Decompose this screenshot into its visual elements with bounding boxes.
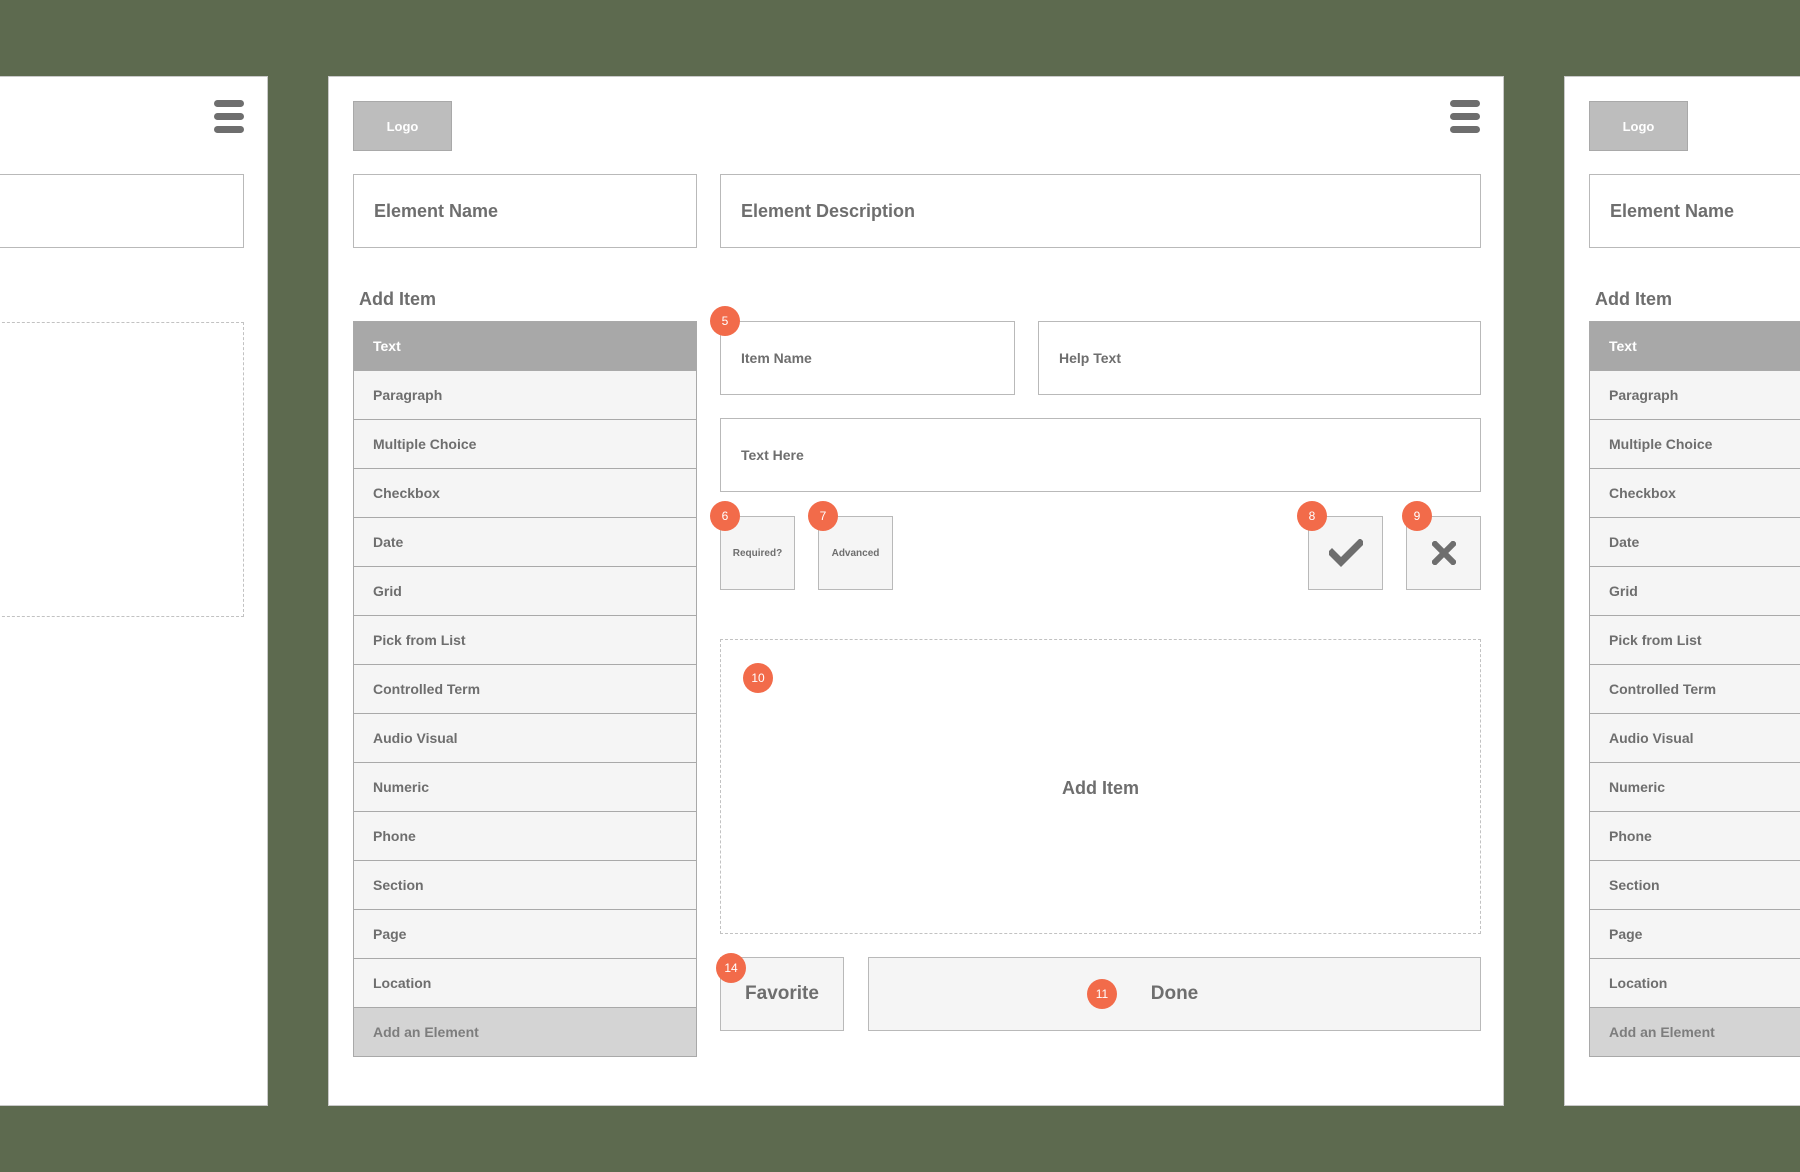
annotation-badge: 5 <box>710 306 740 336</box>
item-type-checkbox[interactable]: Checkbox <box>1590 469 1800 518</box>
item-type-numeric[interactable]: Numeric <box>1590 763 1800 812</box>
logo: Logo <box>353 101 452 151</box>
right-partial-panel: Logo Element Name Add Item Text Paragrap… <box>1564 76 1800 1106</box>
item-type-checkbox[interactable]: Checkbox <box>354 469 696 518</box>
item-type-page[interactable]: Page <box>354 910 696 959</box>
add-item-heading: Add Item <box>359 289 437 309</box>
item-type-list: Text Paragraph Multiple Choice Checkbox … <box>1589 321 1800 1057</box>
item-type-phone[interactable]: Phone <box>1590 812 1800 861</box>
item-type-section[interactable]: Section <box>354 861 696 910</box>
annotation-badge: 7 <box>808 501 838 531</box>
item-type-location[interactable]: Location <box>354 959 696 1008</box>
add-item-dropzone-label: Add Item <box>1061 778 1139 798</box>
item-name-field[interactable]: Item Name <box>720 321 1015 395</box>
done-button[interactable]: Done <box>868 957 1481 1031</box>
item-type-grid[interactable]: Grid <box>354 567 696 616</box>
element-description-field[interactable]: Element Description <box>720 174 1481 248</box>
add-item-dropzone[interactable] <box>0 322 244 617</box>
center-panel: Logo Element Name Element Description Ad… <box>328 76 1504 1106</box>
item-type-pick-from-list[interactable]: Pick from List <box>354 616 696 665</box>
element-name-field[interactable]: Element Name <box>353 174 697 248</box>
item-type-text[interactable]: Text <box>1590 322 1800 371</box>
help-text-field[interactable]: Help Text <box>1038 321 1481 395</box>
item-type-multiple-choice[interactable]: Multiple Choice <box>1590 420 1800 469</box>
logo: Logo <box>1589 101 1688 151</box>
annotation-badge: 11 <box>1087 979 1117 1009</box>
annotation-badge: 6 <box>710 501 740 531</box>
add-element-button[interactable]: Add an Element <box>1590 1008 1800 1056</box>
item-type-date[interactable]: Date <box>354 518 696 567</box>
item-type-date[interactable]: Date <box>1590 518 1800 567</box>
item-type-phone[interactable]: Phone <box>354 812 696 861</box>
left-partial-panel <box>0 76 268 1106</box>
item-type-multiple-choice[interactable]: Multiple Choice <box>354 420 696 469</box>
element-name-field[interactable]: Element Name <box>1589 174 1800 248</box>
item-type-controlled-term[interactable]: Controlled Term <box>1590 665 1800 714</box>
item-type-location[interactable]: Location <box>1590 959 1800 1008</box>
item-type-pick-from-list[interactable]: Pick from List <box>1590 616 1800 665</box>
item-type-paragraph[interactable]: Paragraph <box>1590 371 1800 420</box>
element-name-field[interactable] <box>0 174 244 248</box>
annotation-badge: 10 <box>743 663 773 693</box>
item-type-grid[interactable]: Grid <box>1590 567 1800 616</box>
item-type-text[interactable]: Text <box>354 322 696 371</box>
item-type-section[interactable]: Section <box>1590 861 1800 910</box>
close-icon <box>1431 541 1456 565</box>
add-item-heading: Add Item <box>1595 289 1673 309</box>
hamburger-icon[interactable] <box>1450 100 1480 134</box>
checkmark-icon <box>1328 539 1363 567</box>
item-type-list: Text Paragraph Multiple Choice Checkbox … <box>353 321 697 1057</box>
annotation-badge: 14 <box>716 953 746 983</box>
item-type-paragraph[interactable]: Paragraph <box>354 371 696 420</box>
item-type-numeric[interactable]: Numeric <box>354 763 696 812</box>
annotation-badge: 9 <box>1402 501 1432 531</box>
annotation-badge: 8 <box>1297 501 1327 531</box>
item-type-page[interactable]: Page <box>1590 910 1800 959</box>
add-element-button[interactable]: Add an Element <box>354 1008 696 1056</box>
hamburger-icon[interactable] <box>214 100 244 134</box>
item-type-audio-visual[interactable]: Audio Visual <box>354 714 696 763</box>
text-here-field[interactable]: Text Here <box>720 418 1481 492</box>
item-type-audio-visual[interactable]: Audio Visual <box>1590 714 1800 763</box>
add-item-dropzone[interactable]: Add Item <box>720 639 1481 934</box>
item-type-controlled-term[interactable]: Controlled Term <box>354 665 696 714</box>
